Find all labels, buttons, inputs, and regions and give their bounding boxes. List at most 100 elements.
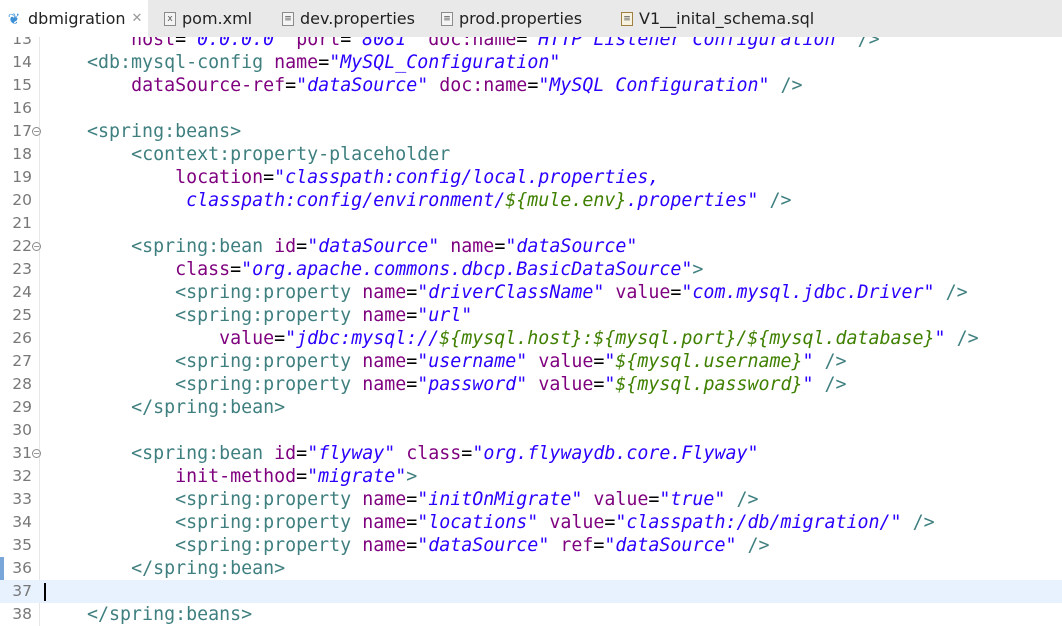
- tab-label: dbmigration: [28, 9, 126, 28]
- code-text: classpath:config/environment/${mule.env}…: [43, 189, 791, 212]
- code-line-29[interactable]: 29 </spring:bean>: [0, 396, 1062, 419]
- attribute-value: "true": [659, 489, 726, 510]
- attribute-name: dataSource-ref: [131, 75, 286, 96]
- code-line-17[interactable]: 17− <spring:beans>: [0, 120, 1062, 143]
- attribute-value: "password": [417, 374, 528, 395]
- code-editor[interactable]: 13 host="0.0.0.0" port="8081" doc:name="…: [0, 37, 1062, 626]
- line-number-text: 22: [12, 237, 32, 255]
- line-number: 30: [0, 419, 32, 442]
- line-number: 29: [0, 396, 32, 419]
- xml-tag: <spring:beans>: [87, 121, 242, 142]
- code-line-21[interactable]: 21: [0, 212, 1062, 235]
- line-number: 16: [0, 97, 32, 120]
- tab-dbmigration[interactable]: ❦ dbmigration ✕: [0, 0, 148, 37]
- tab-prod-properties[interactable]: ≡ prod.properties: [441, 0, 621, 37]
- code-text: <spring:bean id="dataSource" name="dataS…: [43, 235, 637, 258]
- code-line-14[interactable]: 14 <db:mysql-config name="MySQL_Configur…: [0, 51, 1062, 74]
- attribute-name: name: [362, 305, 407, 326]
- equals-sign: =: [285, 75, 297, 96]
- code-line-38[interactable]: 38 </spring:beans>: [0, 603, 1062, 626]
- tab-v1-schema-sql[interactable]: ≡ V1__inital_schema.sql: [621, 0, 881, 37]
- code-line-35[interactable]: 35 <spring:property name="dataSource" re…: [0, 534, 1062, 557]
- line-number-text: 38: [12, 605, 32, 623]
- attribute-value: "HTTP Listener Configuration": [527, 37, 847, 50]
- fold-collapse-icon[interactable]: −: [32, 449, 41, 458]
- attribute-value: "dataSource": [505, 236, 638, 257]
- code-line-15[interactable]: 15 dataSource-ref="dataSource" doc:name=…: [0, 74, 1062, 97]
- tab-pom-xml[interactable]: x pom.xml: [148, 0, 272, 37]
- code-text: init-method="migrate">: [43, 465, 417, 488]
- code-line-13[interactable]: 13 host="0.0.0.0" port="8081" doc:name="…: [0, 37, 1062, 51]
- code-line-23[interactable]: 23 class="org.apache.commons.dbcp.BasicD…: [0, 258, 1062, 281]
- attribute-name: doc:name: [428, 37, 517, 50]
- equals-sign: =: [593, 351, 605, 372]
- line-number: 35: [0, 534, 32, 557]
- line-number-text: 19: [12, 168, 32, 186]
- attribute-name: value: [549, 512, 605, 533]
- attribute-value: "locations": [417, 512, 539, 533]
- close-tab-icon[interactable]: ✕: [132, 11, 143, 26]
- attribute-value: "classpath:/db/migration/": [615, 512, 902, 533]
- line-number-text: 20: [12, 191, 32, 209]
- line-number: 17: [0, 120, 32, 143]
- line-number: 20: [0, 189, 32, 212]
- code-line-24[interactable]: 24 <spring:property name="driverClassNam…: [0, 281, 1062, 304]
- line-number: 38: [0, 603, 32, 626]
- code-line-36[interactable]: 36 </spring:bean>: [0, 557, 1062, 580]
- code-line-25[interactable]: 25 <spring:property name="url": [0, 304, 1062, 327]
- code-line-26[interactable]: 26 value="jdbc:mysql://${mysql.host}:${m…: [0, 327, 1062, 350]
- code-text: value="jdbc:mysql://${mysql.host}:${mysq…: [43, 327, 979, 350]
- code-text: <db:mysql-config name="MySQL_Configurati…: [43, 51, 560, 74]
- code-line-31[interactable]: 31− <spring:bean id="flyway" class="org.…: [0, 442, 1062, 465]
- equals-sign: =: [406, 512, 418, 533]
- code-line-16[interactable]: 16: [0, 97, 1062, 120]
- code-line-32[interactable]: 32 init-method="migrate">: [0, 465, 1062, 488]
- equals-sign: =: [175, 37, 187, 50]
- code-line-22[interactable]: 22− <spring:bean id="dataSource" name="d…: [0, 235, 1062, 258]
- code-line-20[interactable]: 20 classpath:config/environment/${mule.e…: [0, 189, 1062, 212]
- attribute-value: .properties": [626, 190, 759, 211]
- code-line-34[interactable]: 34 <spring:property name="locations" val…: [0, 511, 1062, 534]
- xml-tag: />: [824, 351, 847, 372]
- tab-dev-properties[interactable]: ≡ dev.properties: [272, 0, 441, 37]
- attribute-value: "MySQL_Configuration": [329, 52, 561, 73]
- code-line-37[interactable]: 37: [0, 580, 1062, 603]
- attribute-name: name: [362, 489, 407, 510]
- line-number: 37: [0, 580, 32, 603]
- code-line-33[interactable]: 33 <spring:property name="initOnMigrate"…: [0, 488, 1062, 511]
- xml-tag: <spring:property: [175, 374, 352, 395]
- code-line-27[interactable]: 27 <spring:property name="username" valu…: [0, 350, 1062, 373]
- code-line-18[interactable]: 18 <context:property-placeholder: [0, 143, 1062, 166]
- fold-collapse-icon[interactable]: −: [32, 242, 41, 251]
- line-number-text: 17: [12, 122, 32, 140]
- xml-tag: />: [956, 328, 979, 349]
- equals-sign: =: [648, 489, 660, 510]
- line-number-text: 34: [12, 513, 32, 531]
- fold-collapse-icon[interactable]: −: [32, 127, 41, 136]
- attribute-name: value: [615, 282, 671, 303]
- code-line-28[interactable]: 28 <spring:property name="password" valu…: [0, 373, 1062, 396]
- code-text: <spring:bean id="flyway" class="org.flyw…: [43, 442, 758, 465]
- line-number-text: 28: [12, 375, 32, 393]
- equals-sign: =: [406, 351, 418, 372]
- code-line-19[interactable]: 19 location="classpath:config/local.prop…: [0, 166, 1062, 189]
- property-placeholder: ${mysql.password}: [615, 374, 803, 395]
- code-line-30[interactable]: 30: [0, 419, 1062, 442]
- line-number: 13: [0, 37, 32, 51]
- equals-sign: =: [296, 466, 308, 487]
- property-placeholder: ${mule.env}: [505, 190, 627, 211]
- attribute-name: value: [538, 374, 594, 395]
- line-number: 32: [0, 465, 32, 488]
